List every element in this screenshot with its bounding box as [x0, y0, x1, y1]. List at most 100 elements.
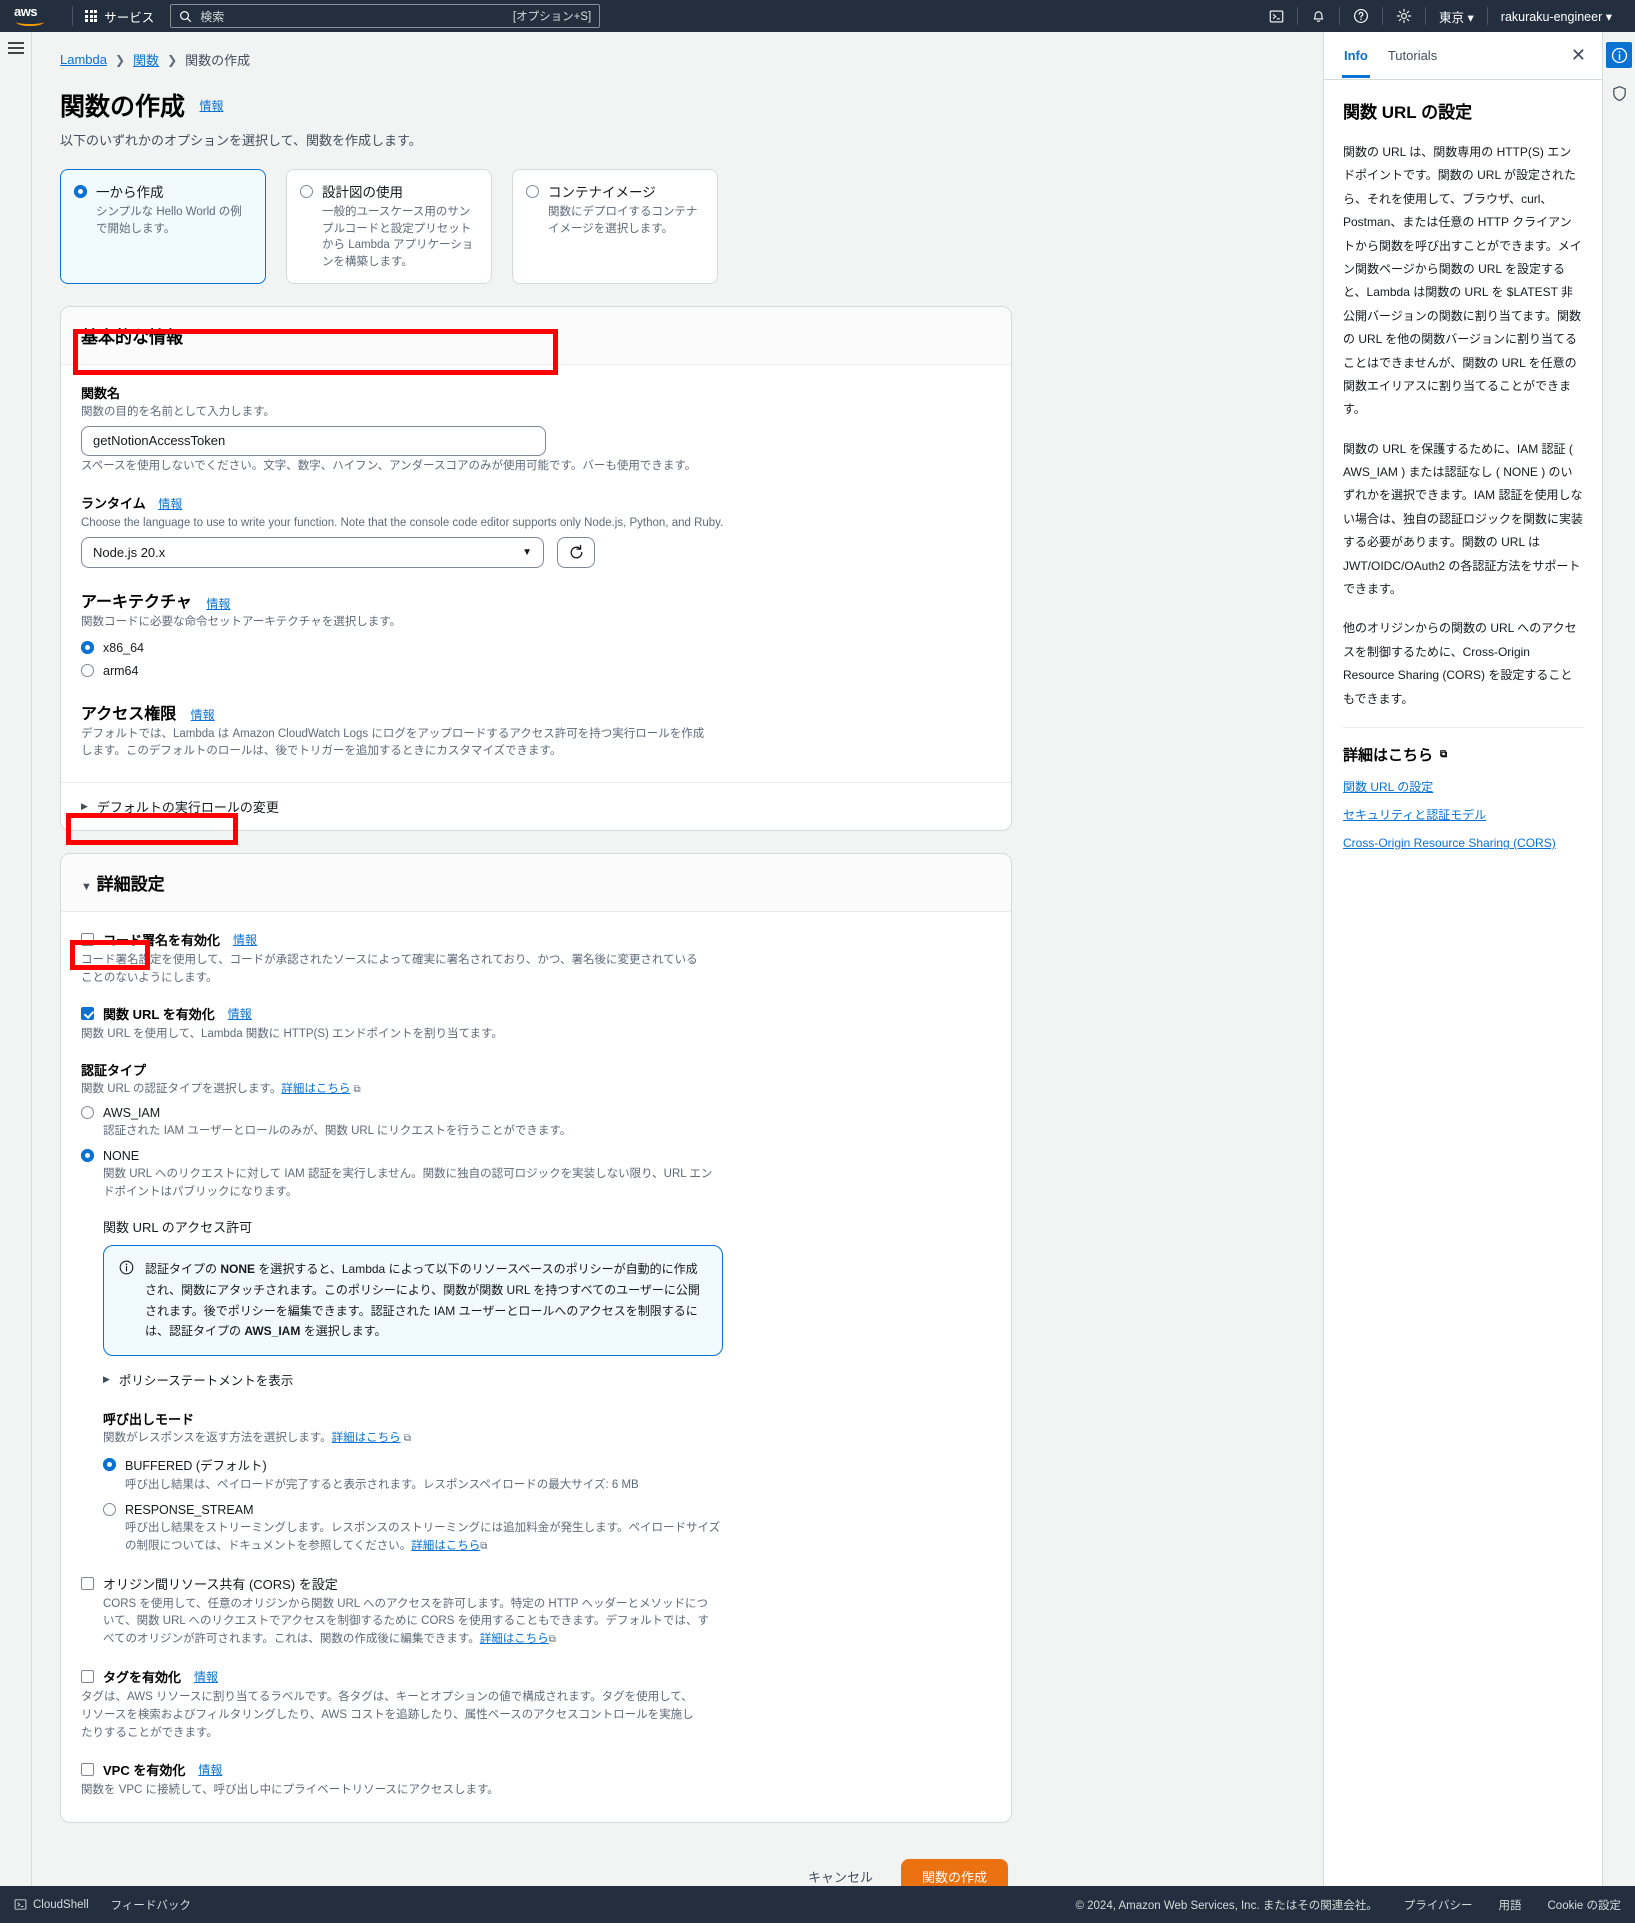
architecture-option-x86[interactable]: x86_64	[81, 641, 991, 655]
page-title-info-link[interactable]: 情報	[199, 99, 223, 113]
invoke-option-response-stream[interactable]: RESPONSE_STREAM 呼び出し結果をストリーミングします。レスポンスの…	[103, 1503, 991, 1556]
permissions-label: アクセス権限	[81, 705, 177, 723]
tab-info[interactable]: Info	[1334, 34, 1378, 78]
invoke-option-description: 呼び出し結果をストリーミングします。レスポンスのストリーミングには追加料金が発生…	[125, 1520, 725, 1556]
cancel-button[interactable]: キャンセル	[796, 1861, 885, 1886]
breadcrumb-item-functions[interactable]: 関数	[133, 50, 159, 69]
shield-icon[interactable]	[1606, 80, 1632, 106]
url-access-group: 関数 URL のアクセス許可 認証タイプの NONE を選択すると、Lambda…	[81, 1217, 991, 1389]
form-action-buttons: キャンセル 関数の作成	[60, 1845, 1012, 1886]
function-url-checkbox-row[interactable]: 関数 URL を有効化 情報	[81, 1004, 991, 1023]
architecture-field: アーキテクチャ 情報 関数コードに必要な命令セットアーキテクチャを選択します。 …	[81, 588, 991, 678]
terms-link[interactable]: 用語	[1499, 1897, 1522, 1913]
function-name-input[interactable]: getNotionAccessToken	[81, 425, 546, 456]
cors-checkbox-row[interactable]: オリジン間リソース共有 (CORS) を設定	[81, 1574, 991, 1593]
radio-container-image[interactable]	[526, 184, 539, 198]
policy-statement-expander[interactable]: ▶ ポリシーステートメントを表示	[103, 1370, 991, 1389]
chevron-right-icon: ❯	[167, 52, 178, 67]
info-link-security-auth-model[interactable]: セキュリティと認証モデル	[1343, 806, 1583, 824]
alert-text-awsiam: AWS_IAM	[244, 1324, 301, 1339]
auth-option-row[interactable]: NONE	[81, 1149, 991, 1163]
help-icon[interactable]	[1340, 5, 1382, 27]
alert-text-3: を選択します。	[300, 1324, 387, 1339]
auth-option-row[interactable]: AWS_IAM	[81, 1106, 991, 1120]
runtime-info-link[interactable]: 情報	[158, 497, 182, 511]
close-icon[interactable]: ✕	[1565, 45, 1592, 66]
radio-x86-64[interactable]	[81, 641, 94, 655]
info-panel-tabs: Info Tutorials ✕	[1324, 32, 1602, 80]
info-link-cors[interactable]: Cross-Origin Resource Sharing (CORS)	[1343, 834, 1583, 852]
info-panel-toggle-icon[interactable]	[1606, 42, 1632, 68]
advanced-panel-body: コード署名を有効化 情報 コード署名設定を使用して、コードが承認されたソースによ…	[61, 912, 1011, 1822]
feedback-button[interactable]: フィードバック	[111, 1897, 191, 1913]
cookie-settings-link[interactable]: Cookie の設定	[1548, 1897, 1622, 1913]
settings-icon[interactable]	[1383, 5, 1425, 27]
permissions-help: デフォルトでは、Lambda は Amazon CloudWatch Logs …	[81, 727, 705, 757]
checkbox-tags[interactable]	[81, 1669, 94, 1683]
checkbox-function-url[interactable]	[81, 1006, 94, 1020]
change-default-execution-role-expander[interactable]: ▶ デフォルトの実行ロールの変更	[61, 782, 1011, 830]
vpc-checkbox-row[interactable]: VPC を有効化 情報	[81, 1760, 991, 1779]
menu-toggle-icon[interactable]	[7, 42, 24, 57]
code-signing-checkbox-row[interactable]: コード署名を有効化 情報	[81, 930, 991, 949]
auth-option-aws-iam[interactable]: AWS_IAM 認証された IAM ユーザーとロールのみが、関数 URL にリク…	[81, 1106, 991, 1141]
option-card-header: 一から作成	[74, 181, 252, 201]
auth-type-help-link[interactable]: 詳細はこちら	[281, 1083, 350, 1095]
option-card-from-scratch[interactable]: 一から作成 シンプルな Hello World の例で開始します。	[60, 169, 266, 284]
invoke-option-label: BUFFERED (デフォルト)	[125, 1459, 267, 1474]
code-signing-info-link[interactable]: 情報	[233, 931, 257, 948]
vpc-info-link[interactable]: 情報	[198, 1761, 222, 1778]
radio-aws-iam[interactable]	[81, 1106, 94, 1120]
aws-logo[interactable]: aws	[14, 5, 50, 27]
invoke-mode-help-link[interactable]: 詳細はこちら	[332, 1432, 401, 1444]
runtime-refresh-button[interactable]	[557, 537, 595, 569]
info-paragraph-2: 関数の URL を保護するために、IAM 認証 ( AWS_IAM ) または認…	[1343, 441, 1584, 597]
radio-from-scratch[interactable]	[74, 184, 87, 198]
cors-desc-text: CORS を使用して、任意のオリジンから関数 URL へのアクセスを許可します。…	[103, 1597, 709, 1646]
search-shortcut-hint: [オプション+S]	[512, 11, 592, 23]
option-card-label: 一から作成	[96, 185, 164, 200]
checkbox-code-signing[interactable]	[81, 933, 94, 947]
architecture-option-arm64[interactable]: arm64	[81, 664, 991, 678]
radio-response-stream[interactable]	[103, 1503, 116, 1517]
advanced-settings-panel: ▼ 詳細設定 コード署名を有効化 情報 コード署名設定を使用して、コードが承認さ…	[60, 853, 1012, 1824]
function-url-label: 関数 URL を有効化	[103, 1006, 215, 1022]
services-menu-button[interactable]: サービス	[85, 7, 154, 26]
option-card-blueprint[interactable]: 設計図の使用 一般的ユースケース用のサンプルコードと設定プリセットから Lamb…	[286, 169, 492, 284]
advanced-panel-header[interactable]: ▼ 詳細設定	[61, 854, 1011, 913]
tags-info-link[interactable]: 情報	[194, 1668, 218, 1685]
checkbox-vpc[interactable]	[81, 1763, 94, 1777]
invoke-option-buffered[interactable]: BUFFERED (デフォルト) 呼び出し結果は、ペイロードが完了すると表示され…	[103, 1455, 991, 1495]
invoke-option-row[interactable]: BUFFERED (デフォルト)	[103, 1455, 991, 1474]
invoke-option-row[interactable]: RESPONSE_STREAM	[103, 1503, 991, 1517]
invoke-option-desc-link[interactable]: 詳細はこちら	[411, 1540, 480, 1552]
radio-buffered[interactable]	[103, 1458, 116, 1472]
function-url-info-link[interactable]: 情報	[228, 1005, 252, 1022]
create-function-button[interactable]: 関数の作成	[900, 1859, 1008, 1886]
privacy-link[interactable]: プライバシー	[1404, 1897, 1473, 1913]
page-subtitle: 以下のいずれかのオプションを選択して、関数を作成します。	[60, 133, 422, 148]
tab-tutorials[interactable]: Tutorials	[1378, 34, 1447, 77]
radio-none[interactable]	[81, 1149, 94, 1163]
radio-arm64[interactable]	[81, 664, 94, 678]
notifications-icon[interactable]	[1298, 5, 1339, 27]
breadcrumb: Lambda ❯ 関数 ❯ 関数の作成	[60, 50, 1012, 69]
cors-label: オリジン間リソース共有 (CORS) を設定	[103, 1576, 338, 1592]
auth-option-none[interactable]: NONE 関数 URL へのリクエストに対して IAM 認証を実行しません。関数…	[81, 1149, 991, 1202]
cors-desc-link[interactable]: 詳細はこちら	[480, 1633, 549, 1645]
radio-blueprint[interactable]	[300, 184, 313, 198]
cloudshell-icon[interactable]	[1256, 5, 1297, 27]
option-card-container-image[interactable]: コンテナイメージ 関数にデプロイするコンテナイメージを選択します。	[512, 169, 718, 284]
global-search-input[interactable]: 検索 [オプション+S]	[170, 4, 601, 28]
tags-checkbox-row[interactable]: タグを有効化 情報	[81, 1667, 991, 1686]
info-panel-title: 関数 URL の設定	[1343, 103, 1473, 122]
cloudshell-button[interactable]: CloudShell	[14, 1898, 89, 1911]
region-selector[interactable]: 東京 ▾	[1426, 7, 1487, 26]
checkbox-cors[interactable]	[81, 1576, 94, 1590]
architecture-info-link[interactable]: 情報	[206, 597, 230, 611]
runtime-select[interactable]: Node.js 20.x ▼	[81, 537, 544, 569]
account-menu[interactable]: rakuraku-engineer ▾	[1488, 9, 1625, 24]
info-link-function-url-config[interactable]: 関数 URL の設定	[1343, 778, 1583, 796]
breadcrumb-item-lambda[interactable]: Lambda	[60, 52, 107, 67]
permissions-info-link[interactable]: 情報	[191, 708, 215, 722]
